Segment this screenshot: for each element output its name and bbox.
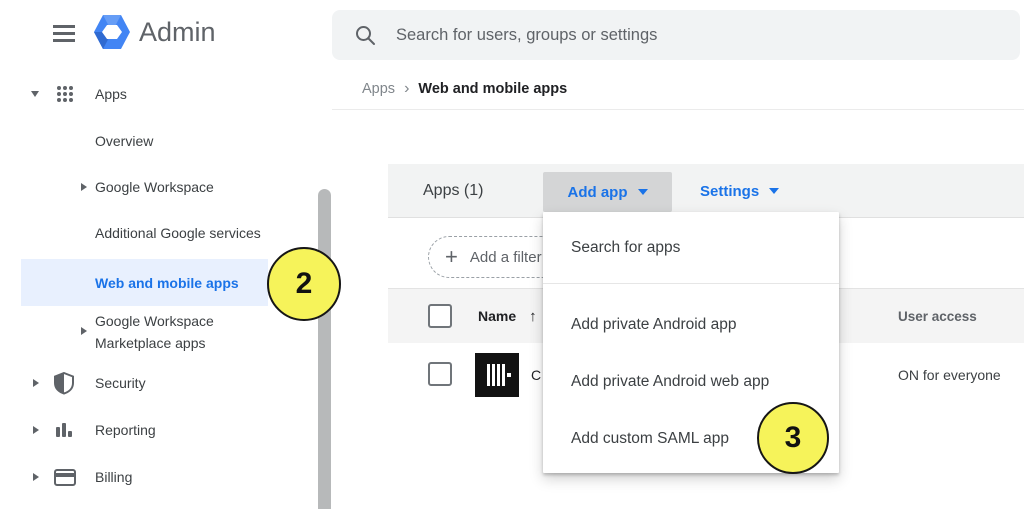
app-row-name[interactable]: C [531,363,541,387]
divider [332,109,1024,110]
breadcrumb: Apps › Web and mobile apps [362,80,567,98]
divider [543,283,839,284]
credit-card-billing-icon [54,469,76,491]
chevron-right-icon[interactable] [81,327,87,335]
sidebar-item-security[interactable]: Security [95,371,146,395]
chevron-down-icon [638,189,648,195]
sort-ascending-icon: ↑ [529,308,537,325]
step-3-annotation-badge: 3 [757,402,829,474]
breadcrumb-separator-icon: › [404,80,409,98]
sidebar-item-apps[interactable]: Apps [95,82,127,106]
settings-button-label: Settings [700,183,759,200]
chevron-down-icon[interactable] [31,91,39,97]
sidebar-item-reporting[interactable]: Reporting [95,418,156,442]
add-filter-label: Add a filter [470,249,542,266]
name-header-label: Name [478,308,516,324]
settings-button[interactable]: Settings [700,164,779,218]
search-icon [354,24,376,51]
menu-item-add-private-android-app[interactable]: Add private Android app [543,296,839,353]
sidebar-item-web-and-mobile-apps[interactable]: Web and mobile apps [95,271,239,295]
column-header-name[interactable]: Name ↑ [478,289,537,343]
select-all-checkbox[interactable] [428,304,452,328]
search-placeholder: Search for users, groups or settings [396,10,657,60]
menu-item-search-for-apps[interactable]: Search for apps [543,212,839,283]
chevron-right-icon[interactable] [33,473,39,481]
bar-chart-reporting-icon [54,421,74,444]
hamburger-menu-icon[interactable] [53,25,75,42]
app-row-user-access: ON for everyone [898,363,1001,387]
marketplace-label-line1: Google Workspace [95,310,214,332]
chevron-right-icon[interactable] [81,183,87,191]
breadcrumb-parent[interactable]: Apps [362,81,395,97]
sidebar-item-marketplace-apps[interactable]: Google Workspace Marketplace apps [95,310,214,354]
google-admin-logo-icon[interactable] [93,14,131,55]
chevron-right-icon[interactable] [33,426,39,434]
sidebar-item-billing[interactable]: Billing [95,465,132,489]
admin-console-screen: Admin Search for users, groups or settin… [0,0,1024,509]
row-checkbox[interactable] [428,362,452,386]
apps-toolbar: Apps (1) Add app Settings [388,164,1024,218]
global-search-input[interactable]: Search for users, groups or settings [332,10,1020,60]
breadcrumb-current: Web and mobile apps [418,81,567,97]
plus-icon: + [445,246,458,268]
apps-count-label: Apps (1) [423,164,483,218]
marketplace-label-line2: Marketplace apps [95,332,214,354]
shield-security-icon [54,372,74,400]
chevron-right-icon[interactable] [33,379,39,387]
sidebar-scrollbar[interactable] [318,189,331,509]
sidebar-item-additional-google-services[interactable]: Additional Google services [95,221,261,245]
chevron-down-icon [769,188,779,194]
sidebar-item-overview[interactable]: Overview [95,129,153,153]
add-app-button-label: Add app [568,184,628,201]
sidebar-item-google-workspace[interactable]: Google Workspace [95,175,214,199]
add-app-button[interactable]: Add app [543,172,672,212]
product-title: Admin [139,17,216,48]
app-logo-icon [475,353,519,402]
apps-grid-icon [56,85,74,108]
column-header-user-access: User access [898,289,977,343]
step-2-annotation-badge: 2 [267,247,341,321]
